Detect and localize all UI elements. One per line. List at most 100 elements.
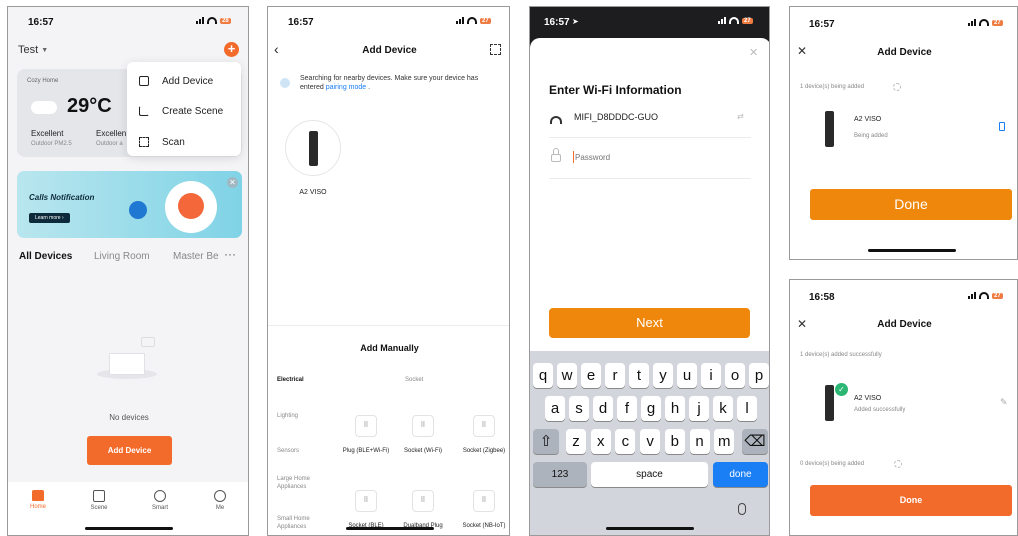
next-button[interactable]: Next [549, 308, 750, 338]
key-g[interactable]: g [641, 396, 661, 421]
key-j[interactable]: j [689, 396, 709, 421]
key-y[interactable]: y [653, 363, 673, 388]
found-device-card[interactable] [285, 120, 341, 176]
nav-me[interactable]: Me [204, 490, 236, 511]
menu-item-add-device[interactable]: Add Device [127, 67, 241, 95]
key-e[interactable]: e [581, 363, 601, 388]
nav-scene[interactable]: Scene [83, 490, 115, 511]
key-c[interactable]: c [615, 429, 636, 454]
key-q[interactable]: q [533, 363, 553, 388]
space-key[interactable]: space [591, 462, 708, 487]
category-electrical[interactable]: Electrical [277, 377, 304, 383]
calls-notification-banner[interactable]: Calls Notification Learn more › ✕ [17, 171, 242, 238]
bell-icon [129, 201, 147, 219]
home-selector[interactable]: Test ▼ [18, 44, 48, 56]
device-type-item[interactable]: ⠿ Plug (BLE+Wi-Fi) [341, 415, 391, 455]
key-s[interactable]: s [569, 396, 589, 421]
home-name: Test [18, 44, 39, 56]
menu-item-label: Scan [162, 136, 185, 148]
page-title: Add Device [877, 319, 932, 330]
banner-title: Calls Notification [29, 193, 95, 202]
socket-icon: ⠿ [412, 490, 434, 512]
key-n[interactable]: n [689, 429, 710, 454]
key-a[interactable]: a [545, 396, 565, 421]
lock-icon [551, 154, 561, 162]
device-type-item[interactable]: ⠿ Dualband Plug [398, 490, 448, 530]
divider [268, 325, 509, 326]
done-button[interactable]: Done [810, 485, 1012, 516]
cloud-icon [31, 101, 57, 114]
key-o[interactable]: o [725, 363, 745, 388]
close-icon[interactable]: ✕ [749, 46, 758, 59]
add-device-button[interactable]: Add Device [87, 436, 172, 465]
done-key[interactable]: done [713, 462, 768, 487]
spinner-icon [893, 83, 901, 91]
status-icons: 27 [968, 19, 1003, 26]
key-x[interactable]: x [590, 429, 611, 454]
edit-icon[interactable]: ✎ [1000, 397, 1008, 408]
key-z[interactable]: z [566, 429, 586, 454]
nav-label: Me [215, 505, 225, 511]
category-sensors[interactable]: Sensors [277, 448, 299, 454]
key-r[interactable]: r [605, 363, 625, 388]
key-t[interactable]: t [629, 363, 649, 388]
tab-living-room[interactable]: Living Room [94, 251, 150, 262]
device-type-item[interactable]: ⠿ Socket (NB-IoT) [459, 490, 509, 530]
more-icon[interactable]: ··· [224, 247, 236, 261]
ssid-field[interactable]: MIFI_D8DDDC-GUO [574, 112, 658, 122]
shift-key[interactable]: ⇧ [533, 429, 559, 454]
menu-item-scan[interactable]: Scan [127, 128, 241, 156]
category-large-home-appliances[interactable]: Large Home Appliances [277, 475, 317, 491]
device-type-item[interactable]: ⠿ Socket (Wi-Fi) [398, 415, 448, 455]
tab-all-devices[interactable]: All Devices [19, 251, 72, 262]
close-icon[interactable]: ✕ [227, 177, 238, 188]
nav-label: Smart [151, 505, 168, 511]
numbers-key[interactable]: 123 [533, 462, 587, 487]
backspace-key[interactable]: ⌫ [742, 429, 768, 454]
pairing-mode-link[interactable]: pairing mode [326, 84, 366, 91]
device-status: Added successfully [854, 407, 906, 413]
key-k[interactable]: k [713, 396, 733, 421]
nav-home[interactable]: Home [22, 490, 54, 510]
status-icons: 27 [456, 17, 491, 24]
key-v[interactable]: v [640, 429, 661, 454]
key-i[interactable]: i [701, 363, 721, 388]
nav-smart[interactable]: Smart [144, 490, 176, 511]
menu-item-create-scene[interactable]: Create Scene [127, 97, 241, 125]
device-name: A2 VISO [854, 116, 882, 123]
air-quality-1-sub: Outdoor PM2.5 [31, 141, 72, 147]
key-f[interactable]: f [617, 396, 637, 421]
key-b[interactable]: b [664, 429, 685, 454]
key-p[interactable]: p [749, 363, 769, 388]
status-icons: 28 [196, 17, 231, 24]
done-button[interactable]: Done [810, 189, 1012, 220]
category-lighting[interactable]: Lighting [277, 413, 298, 419]
key-w[interactable]: w [557, 363, 577, 388]
key-m[interactable]: m [714, 429, 735, 454]
key-d[interactable]: d [593, 396, 613, 421]
key-h[interactable]: h [665, 396, 685, 421]
device-type-item[interactable]: ⠿ Socket (Zigbee) [459, 415, 509, 455]
wifi-icon [979, 19, 989, 26]
phone-screen-added-success: 16:58 27 ✕ Add Device 1 device(s) added … [789, 279, 1018, 536]
air-quality-1: Excellent [31, 129, 64, 138]
wifi-icon [207, 17, 217, 24]
device-status: Being added [854, 133, 888, 139]
battery-icon: 27 [480, 17, 491, 24]
tab-master-bedroom[interactable]: Master Be [173, 251, 221, 262]
add-manually-title: Add Manually [360, 343, 419, 353]
nav-label: Home [29, 504, 46, 510]
device-type-item[interactable]: ⠿ Socket (BLE) [341, 490, 391, 530]
password-input[interactable] [575, 149, 735, 165]
key-l[interactable]: l [737, 396, 757, 421]
scan-icon[interactable] [490, 44, 501, 55]
add-icon[interactable]: + [224, 42, 239, 57]
key-u[interactable]: u [677, 363, 697, 388]
switch-network-icon[interactable]: ⇄ [737, 112, 744, 121]
signal-icon [968, 292, 976, 299]
category-small-home-appliances[interactable]: Small Home Appliances [277, 515, 321, 531]
microphone-icon[interactable] [738, 503, 746, 515]
learn-more-button[interactable]: Learn more › [29, 213, 70, 223]
home-indicator [346, 527, 434, 530]
device-type-label: Socket (Zigbee) [462, 448, 506, 454]
